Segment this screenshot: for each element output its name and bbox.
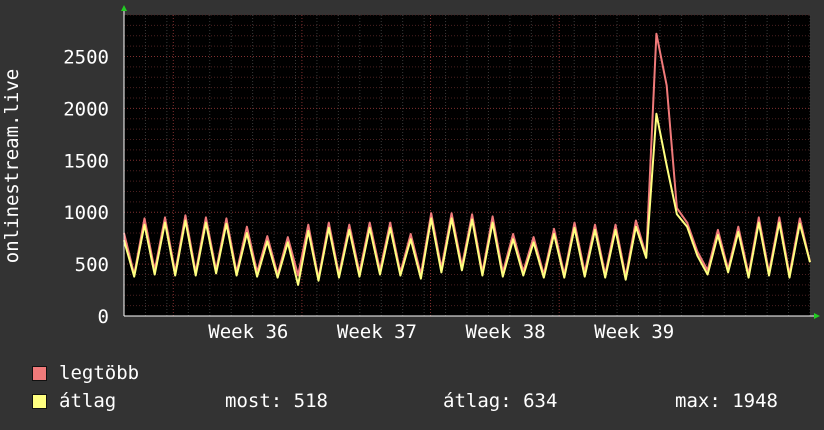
chart-container: 0 500 1000 1500 2000 2500 Week 36 Week 37 Week … xyxy=(0,0,824,430)
y-tick-label: 2500 xyxy=(63,47,109,69)
legend-swatch-atlag xyxy=(32,394,47,409)
legend-label-legtobb: legtöbb xyxy=(59,362,140,384)
y-tick-label: 1000 xyxy=(63,202,109,224)
stat-max: max: 1948 xyxy=(675,390,778,412)
legend-swatch-legtobb xyxy=(32,366,47,381)
y-tick-label: 0 xyxy=(98,306,109,328)
y-tick-labels: 0 500 1000 1500 2000 2500 xyxy=(63,47,109,328)
stat-atlag: átlag: 634 xyxy=(443,390,558,412)
legend-label-atlag: átlag xyxy=(59,390,117,412)
y-axis-arrow xyxy=(121,5,127,11)
x-tick-label: Week 38 xyxy=(466,321,546,343)
y-tick-label: 2000 xyxy=(63,98,109,120)
x-tick-label: Week 37 xyxy=(337,321,417,343)
x-tick-label: Week 39 xyxy=(594,321,674,343)
y-tick-label: 500 xyxy=(75,254,109,276)
y-tick-label: 1500 xyxy=(63,150,109,172)
y-axis-label: onlinestream.live xyxy=(1,68,23,264)
x-tick-labels: Week 36 Week 37 Week 38 Week 39 xyxy=(208,321,674,343)
x-tick-label: Week 36 xyxy=(208,321,288,343)
stat-most: most: 518 xyxy=(225,390,328,412)
x-axis-arrow xyxy=(814,313,820,319)
